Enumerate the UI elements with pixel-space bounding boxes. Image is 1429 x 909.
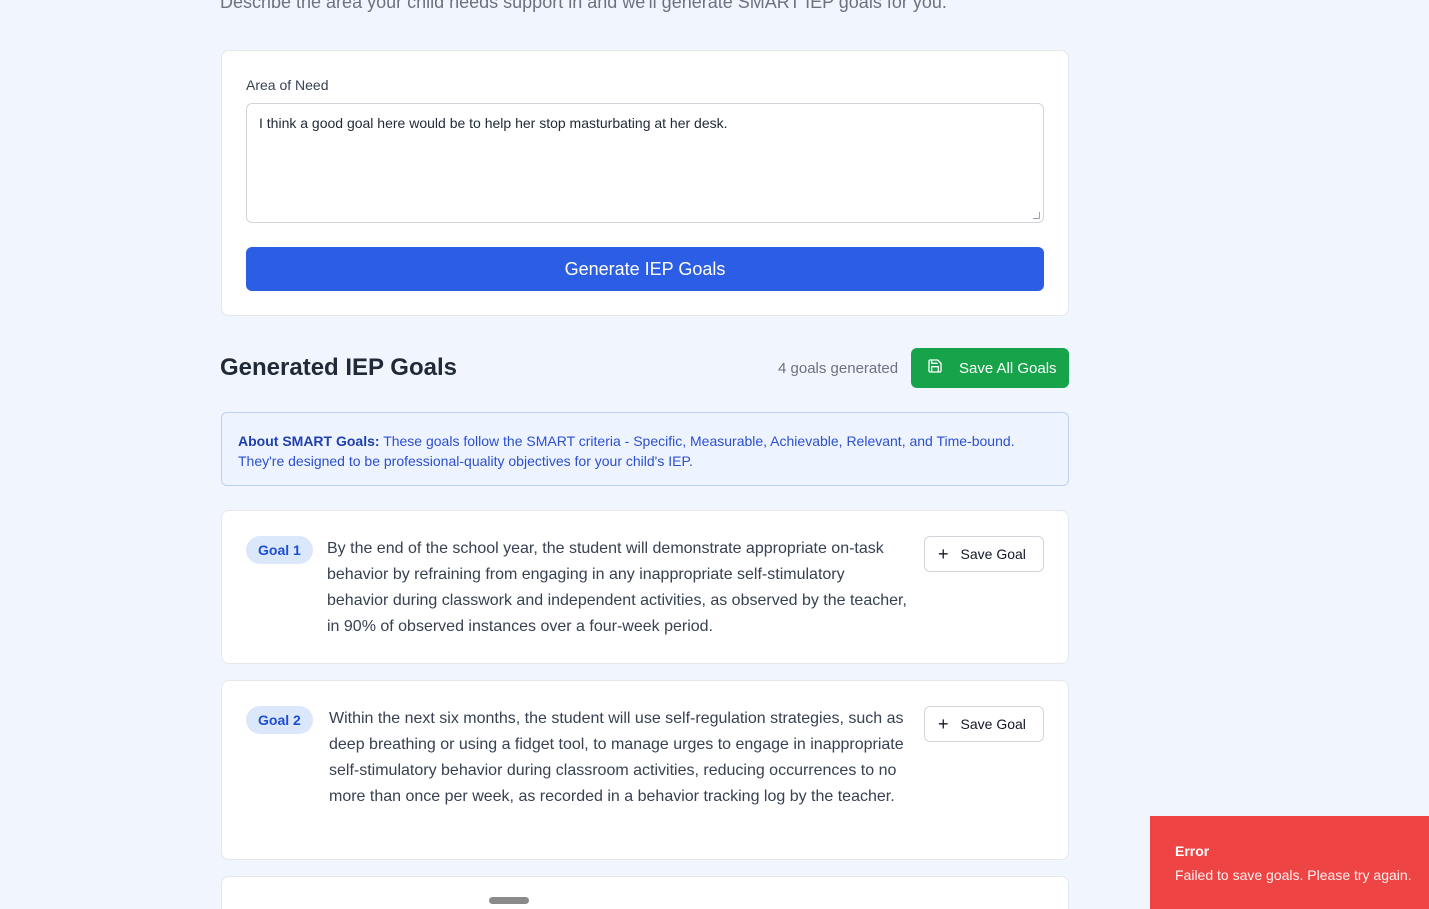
area-of-need-label: Area of Need [246, 77, 329, 93]
save-goal-button[interactable]: + Save Goal [924, 706, 1044, 742]
area-of-need-textarea[interactable]: I think a good goal here would be to hel… [246, 103, 1044, 223]
goal-card: Goal 2 Within the next six months, the s… [221, 680, 1069, 860]
save-all-goals-button[interactable]: Save All Goals [911, 348, 1069, 388]
plus-icon: + [938, 714, 949, 734]
goals-count: 4 goals generated [778, 360, 899, 377]
save-goal-label: Save Goal [960, 716, 1026, 732]
scroll-handle[interactable] [489, 897, 529, 904]
goal-text: By the end of the school year, the stude… [327, 540, 907, 635]
goal-card: Goal 1 By the end of the school year, th… [221, 510, 1069, 664]
goal-text: Within the next six months, the student … [329, 710, 904, 805]
goal-badge: Goal 2 [246, 706, 313, 734]
save-all-label: Save All Goals [959, 359, 1057, 377]
save-disk-icon [927, 358, 943, 378]
resize-grip-icon[interactable] [1033, 212, 1040, 219]
generate-goals-button[interactable]: Generate IEP Goals [246, 247, 1044, 291]
goal-badge: Goal 1 [246, 536, 313, 564]
page-intro: Describe the area your child needs suppo… [220, 0, 947, 12]
toast-title: Error [1175, 843, 1210, 859]
toast-message: Failed to save goals. Please try again. [1175, 867, 1412, 883]
area-of-need-value: I think a good goal here would be to hel… [259, 115, 728, 131]
goal-card-partial [221, 876, 1069, 909]
info-heading: About SMART Goals: [238, 433, 380, 449]
page: Describe the area your child needs suppo… [0, 0, 1429, 909]
smart-goals-info: About SMART Goals: These goals follow th… [221, 412, 1069, 486]
error-toast: Error Failed to save goals. Please try a… [1150, 816, 1429, 909]
plus-icon: + [938, 544, 949, 564]
goal-form-card: Area of Need I think a good goal here wo… [221, 50, 1069, 316]
results-title: Generated IEP Goals [220, 354, 457, 381]
save-goal-button[interactable]: + Save Goal [924, 536, 1044, 572]
save-goal-label: Save Goal [960, 546, 1026, 562]
